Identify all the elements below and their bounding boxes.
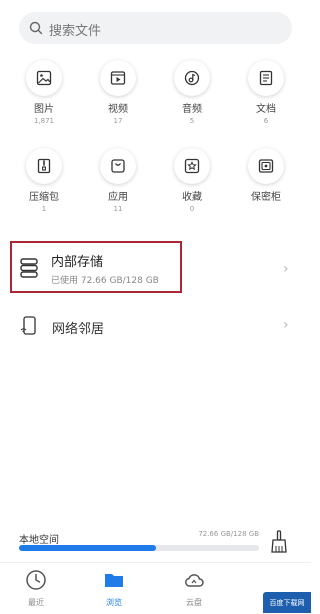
- category-count: 5: [189, 117, 195, 125]
- archive-icon: [26, 148, 62, 184]
- internal-storage-title: 内部存储: [51, 255, 104, 270]
- category-videos[interactable]: 视频 17: [88, 60, 148, 126]
- local-space-progress-fill: [19, 545, 156, 551]
- category-documents[interactable]: 文档 6: [236, 60, 296, 126]
- network-neighbors-title: 网络邻居: [52, 322, 105, 337]
- tab-label: 浏览: [106, 598, 122, 607]
- chevron-right-icon: ›: [283, 317, 289, 333]
- category-label: 文档: [256, 104, 276, 115]
- search-bar[interactable]: 搜索文件: [19, 12, 292, 44]
- category-audio[interactable]: 音频 5: [162, 60, 222, 126]
- clock-icon: [26, 570, 46, 590]
- network-device-icon: [20, 316, 36, 335]
- network-neighbors-row[interactable]: 网络邻居: [14, 312, 294, 342]
- category-label: 收藏: [182, 192, 202, 203]
- category-label: 压缩包: [29, 192, 59, 203]
- category-label: 图片: [34, 104, 54, 115]
- cloud-icon: [185, 574, 204, 587]
- tab-recent[interactable]: 最近: [11, 569, 61, 608]
- local-space: 本地空间 72.66 GB/128 GB: [19, 528, 259, 551]
- search-icon: [29, 21, 43, 35]
- document-icon: [248, 60, 284, 96]
- safe-icon: [248, 148, 284, 184]
- category-safe[interactable]: 保密柜: [236, 148, 296, 205]
- internal-storage-usage: 已使用 72.66 GB/128 GB: [51, 276, 159, 286]
- category-apps[interactable]: 应用 11: [88, 148, 148, 214]
- local-space-progress: [19, 545, 259, 551]
- category-label: 视频: [108, 104, 128, 115]
- category-label: 音频: [182, 104, 202, 115]
- category-label: 应用: [108, 192, 128, 203]
- category-count: 11: [113, 205, 123, 213]
- category-count: 17: [113, 117, 123, 125]
- category-label: 保密柜: [251, 192, 281, 203]
- category-count: 0: [189, 205, 195, 213]
- category-favorites[interactable]: 收藏 0: [162, 148, 222, 214]
- tab-label: 云盘: [186, 598, 202, 607]
- tab-cloud[interactable]: 云盘: [169, 569, 219, 608]
- broom-clean-icon[interactable]: [270, 530, 288, 554]
- folder-icon: [105, 574, 123, 587]
- category-count: 6: [263, 117, 269, 125]
- tab-browse[interactable]: 浏览: [89, 569, 139, 608]
- category-count: 1: [41, 205, 47, 213]
- category-archives[interactable]: 压缩包 1: [14, 148, 74, 214]
- category-images[interactable]: 图片 1,871: [14, 60, 74, 126]
- tab-label: 最近: [28, 598, 44, 607]
- image-icon: [26, 60, 62, 96]
- music-icon: [174, 60, 210, 96]
- category-count: 1,871: [33, 117, 55, 125]
- app-bag-icon: [100, 148, 136, 184]
- chevron-right-icon: ›: [283, 261, 289, 277]
- local-space-detail: 72.66 GB/128 GB: [198, 530, 259, 538]
- internal-storage-row[interactable]: 内部存储 已使用 72.66 GB/128 GB: [10, 241, 182, 293]
- watermark-text: 百度下载网: [269, 598, 305, 607]
- video-icon: [100, 60, 136, 96]
- search-placeholder: 搜索文件: [49, 24, 102, 39]
- storage-stack-icon: [20, 258, 38, 278]
- star-icon: [174, 148, 210, 184]
- watermark-logo: 百度下载网: [263, 592, 311, 613]
